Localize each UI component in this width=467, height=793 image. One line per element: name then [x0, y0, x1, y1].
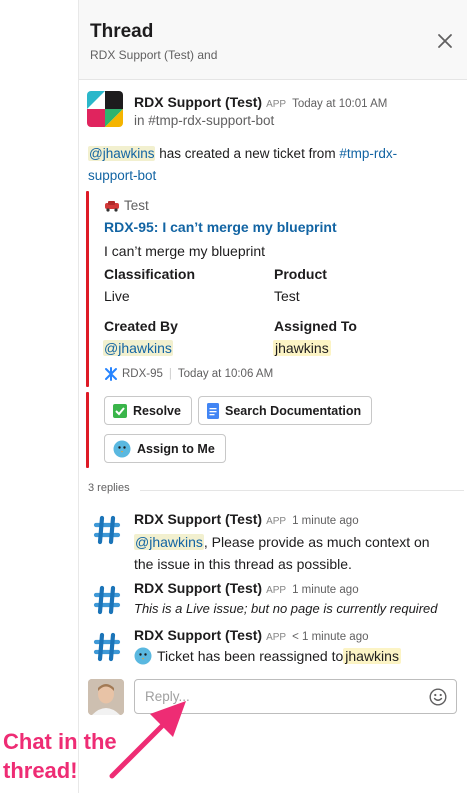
- field-value: Test: [274, 288, 300, 304]
- annotation-line: Chat in the: [3, 729, 117, 754]
- author-name[interactable]: RDX Support (Test): [134, 511, 262, 527]
- channel-context[interactable]: in #tmp-rdx-support-bot: [134, 113, 274, 128]
- channel-link-cont[interactable]: support-bot: [88, 168, 156, 183]
- actions-bar: [86, 392, 89, 468]
- thread-panel: Thread RDX Support (Test) and RDX Suppor…: [78, 0, 467, 793]
- field-value: Live: [104, 288, 130, 304]
- ticket-description: I can’t merge my blueprint: [104, 243, 266, 259]
- thread-header: Thread RDX Support (Test) and: [79, 0, 467, 80]
- field-value: @jhawkins: [103, 340, 173, 356]
- attachment-footer: RDX-95 | Today at 10:06 AM: [104, 367, 273, 381]
- field-value: jhawkins: [273, 340, 331, 356]
- parent-meta: RDX Support (Test) APP Today at 10:01 AM: [134, 94, 387, 112]
- user-mention[interactable]: @jhawkins: [88, 146, 156, 161]
- app-badge: APP: [266, 585, 287, 596]
- attachment-bar: [86, 191, 89, 387]
- user-highlight[interactable]: jhawkins: [273, 340, 331, 356]
- bird-icon: [113, 440, 131, 458]
- jira-icon: [104, 367, 118, 381]
- left-gutter: [0, 0, 78, 793]
- field-label: Assigned To: [274, 318, 357, 334]
- annotation-callout: Chat in the thread!: [3, 727, 117, 785]
- ticket-title-link[interactable]: RDX-95: I can’t merge my blueprint: [104, 219, 337, 235]
- message-text: the issue in this thread as possible.: [134, 556, 352, 572]
- close-icon[interactable]: [434, 30, 456, 52]
- search-docs-label: Search Documentation: [225, 403, 362, 418]
- divider-line: [140, 490, 464, 491]
- app-badge: APP: [266, 632, 287, 643]
- attachment-pretext: Test: [104, 198, 149, 213]
- reply-text: This is a Live issue; but no page is cur…: [134, 601, 438, 616]
- user-highlight[interactable]: jhawkins: [343, 648, 401, 664]
- check-icon: [113, 403, 127, 418]
- car-icon: [104, 200, 120, 212]
- app-avatar[interactable]: [89, 629, 125, 665]
- assign-to-me-button[interactable]: Assign to Me: [104, 434, 226, 463]
- footer-time: Today at 10:06 AM: [177, 368, 274, 380]
- message-text: has created a new ticket from: [155, 146, 340, 161]
- footer-ticket-id: RDX-95: [122, 368, 163, 380]
- app-avatar[interactable]: [89, 582, 125, 618]
- bird-icon: [134, 647, 152, 665]
- field-label: Product: [274, 266, 327, 282]
- timestamp[interactable]: 1 minute ago: [292, 515, 359, 527]
- timestamp[interactable]: Today at 10:01 AM: [292, 98, 387, 110]
- annotation-line: thread!: [3, 758, 78, 783]
- field-label: Created By: [104, 318, 178, 334]
- thread-subtitle: RDX Support (Test) and: [90, 48, 218, 62]
- replies-divider: 3 replies: [88, 482, 464, 498]
- resolve-button[interactable]: Resolve: [104, 396, 192, 425]
- user-mention[interactable]: @jhawkins: [103, 340, 173, 356]
- resolve-label: Resolve: [133, 403, 181, 418]
- reply-placeholder: Reply...: [145, 689, 190, 704]
- field-label: Classification: [104, 266, 196, 282]
- page-title: Thread: [90, 21, 154, 42]
- app-avatar[interactable]: [89, 512, 125, 548]
- parent-message-text: @jhawkins has created a new ticket from …: [88, 143, 458, 187]
- reply-meta: RDX Support (Test) APP 1 minute ago: [134, 580, 359, 598]
- assign-label: Assign to Me: [137, 441, 215, 456]
- timestamp[interactable]: 1 minute ago: [292, 584, 359, 596]
- author-name[interactable]: RDX Support (Test): [134, 94, 262, 110]
- author-name[interactable]: RDX Support (Test): [134, 627, 262, 643]
- app-badge: APP: [266, 99, 287, 110]
- emoji-icon[interactable]: [429, 688, 447, 706]
- app-badge: APP: [266, 516, 287, 527]
- author-name[interactable]: RDX Support (Test): [134, 580, 262, 596]
- avatar[interactable]: [88, 679, 124, 715]
- search-documentation-button[interactable]: Search Documentation: [198, 396, 373, 425]
- reply-text: Ticket has been reassigned to jhawkins: [134, 647, 401, 665]
- reply-text: @jhawkins, Please provide as much contex…: [134, 531, 459, 575]
- message-text: Ticket has been reassigned to: [157, 648, 344, 664]
- message-text: , Please provide as much context on: [203, 534, 430, 550]
- user-mention[interactable]: @jhawkins: [134, 534, 204, 550]
- reply-input[interactable]: Reply...: [134, 679, 457, 714]
- reply-count: 3 replies: [88, 482, 130, 494]
- timestamp[interactable]: < 1 minute ago: [292, 631, 368, 643]
- pretext-label: Test: [124, 198, 149, 213]
- app-avatar[interactable]: [87, 91, 123, 127]
- reply-meta: RDX Support (Test) APP 1 minute ago: [134, 511, 359, 529]
- reply-meta: RDX Support (Test) APP < 1 minute ago: [134, 627, 369, 645]
- document-icon: [207, 402, 219, 419]
- channel-link[interactable]: #tmp-rdx-: [339, 146, 397, 161]
